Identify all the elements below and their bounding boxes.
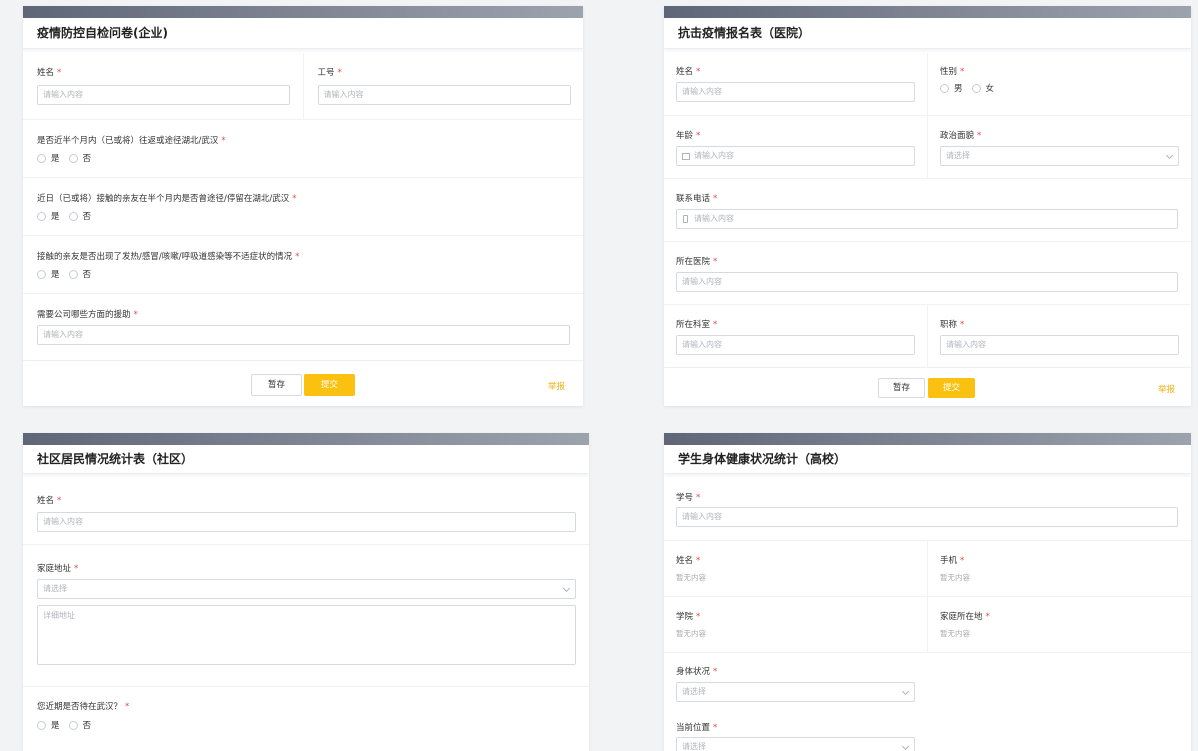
- form-row: 家庭地址 * 请选择 详细地址: [23, 545, 589, 687]
- form-row: 身体状况 * 请选择: [664, 653, 1191, 715]
- card-title: 学生身体健康状况统计（高校）: [664, 445, 1191, 474]
- report-link[interactable]: 举报: [548, 380, 565, 392]
- radio-male[interactable]: 男: [940, 82, 963, 94]
- health-status-select[interactable]: 请选择: [676, 682, 915, 702]
- form-row: 年龄 * 请输入内容 政治面貌 * 请选择: [664, 116, 1191, 179]
- radio-yes[interactable]: 是: [37, 152, 60, 164]
- form-footer: 暂存 提交 举报: [23, 360, 583, 406]
- chevron-down-icon: [562, 584, 571, 593]
- form-row: 近日（已或将）接触的亲友在半个月内是否曾途径/停留在湖北/武汉 * 是 否: [23, 178, 583, 236]
- form-row: 姓名 * 请输入内容: [23, 478, 589, 545]
- form-row: 学号 * 请输入内容: [664, 478, 1191, 541]
- name-input[interactable]: 请输入内容: [37, 512, 576, 532]
- detail-address-textarea[interactable]: 详细地址: [37, 605, 576, 665]
- submit-button[interactable]: 提交: [304, 374, 355, 396]
- mobile-value: 暂无内容: [940, 573, 970, 582]
- form-row: 学院 * 暂无内容 家庭所在地 * 暂无内容: [664, 597, 1191, 653]
- department-input[interactable]: 请输入内容: [676, 335, 915, 355]
- college-value: 暂无内容: [676, 629, 706, 638]
- field-name: 姓名 * 请输入内容: [23, 53, 304, 119]
- phone-input[interactable]: 请输入内容: [676, 209, 1178, 229]
- form-row: 联系电话 * 请输入内容: [664, 179, 1191, 242]
- form-card-enterprise: 疫情防控自检问卷(企业) 姓名 * 请输入内容 工号 * 请输入内容 是否近半个月内…: [23, 6, 583, 406]
- politics-select[interactable]: 请选择: [940, 146, 1179, 166]
- address-region-select[interactable]: 请选择: [37, 579, 576, 599]
- form-card-university: 学生身体健康状况统计（高校） 学号 * 请输入内容 姓名 * 暂无内容 手机 * 暂无…: [664, 433, 1191, 751]
- radio-no[interactable]: 否: [68, 719, 91, 731]
- form-card-hospital: 抗击疫情报名表（医院） 姓名 * 请输入内容 性别 * 男 女 年龄 * 请输入内容 …: [664, 6, 1191, 406]
- save-button[interactable]: 暂存: [878, 378, 925, 398]
- form-row: 姓名 * 请输入内容 工号 * 请输入内容: [23, 53, 583, 120]
- hospital-input[interactable]: 请输入内容: [676, 272, 1178, 292]
- radio-group: 是 否: [37, 210, 100, 222]
- name-value: 暂无内容: [676, 573, 706, 582]
- form-row: 需要公司哪些方面的援助 * 请输入内容: [23, 294, 583, 360]
- home-value: 暂无内容: [940, 629, 970, 638]
- form-footer: 暂存 提交 举报: [664, 367, 1191, 406]
- form-row: 姓名 * 暂无内容 手机 * 暂无内容: [664, 541, 1191, 597]
- chevron-down-icon: [901, 687, 910, 696]
- card-header-bar: [664, 433, 1191, 445]
- submit-button[interactable]: 提交: [928, 378, 975, 398]
- chevron-down-icon: [901, 742, 910, 751]
- current-location-select[interactable]: 请选择: [676, 737, 915, 751]
- form-row: 所在医院 * 请输入内容: [664, 242, 1191, 305]
- gender-radio-group: 男 女: [940, 82, 1003, 94]
- radio-yes[interactable]: 是: [37, 719, 60, 731]
- radio-no[interactable]: 否: [68, 268, 91, 280]
- form-row: 所在科室 * 请输入内容 职称 * 请输入内容: [664, 305, 1191, 367]
- report-link[interactable]: 举报: [1158, 383, 1175, 395]
- radio-no[interactable]: 否: [68, 152, 91, 164]
- card-header-bar: [23, 433, 589, 445]
- name-input[interactable]: 请输入内容: [37, 85, 290, 105]
- chevron-down-icon: [1165, 151, 1174, 160]
- card-header-bar: [23, 6, 583, 18]
- radio-female[interactable]: 女: [971, 82, 994, 94]
- form-card-community: 社区居民情况统计表（社区） 姓名 * 请输入内容 家庭地址 * 请选择 详细地址 您…: [23, 433, 589, 751]
- field-employee-id: 工号 * 请输入内容: [304, 53, 584, 119]
- form-row: 您近期是否待在武汉？ * 是 否: [37, 702, 130, 731]
- radio-yes[interactable]: 是: [37, 210, 60, 222]
- card-header-bar: [664, 6, 1191, 18]
- age-date-picker[interactable]: 请输入内容: [676, 146, 915, 166]
- mobile-phone-icon: [683, 215, 688, 223]
- form-row: 接触的亲友是否出现了发热/感冒/咳嗽/呼吸道感染等不适症状的情况 * 是 否: [23, 236, 583, 294]
- radio-group: 是 否: [37, 719, 100, 731]
- form-row: 是否近半个月内（已或将）往返或途径湖北/武汉 * 是 否: [23, 120, 583, 178]
- form-row: 当前位置 * 请选择: [664, 715, 1191, 751]
- employee-id-input[interactable]: 请输入内容: [317, 85, 571, 105]
- form-row: 姓名 * 请输入内容 性别 * 男 女: [664, 53, 1191, 116]
- calendar-icon: [682, 153, 690, 160]
- assistance-input[interactable]: 请输入内容: [37, 325, 570, 345]
- radio-yes[interactable]: 是: [37, 268, 60, 280]
- student-id-input[interactable]: 请输入内容: [676, 507, 1178, 527]
- radio-group: 是 否: [37, 152, 100, 164]
- name-input[interactable]: 请输入内容: [676, 82, 915, 102]
- radio-group: 是 否: [37, 268, 100, 280]
- title-rank-input[interactable]: 请输入内容: [940, 335, 1179, 355]
- radio-no[interactable]: 否: [68, 210, 91, 222]
- card-title: 疫情防控自检问卷(企业): [23, 18, 583, 49]
- save-button[interactable]: 暂存: [251, 374, 302, 396]
- card-title: 抗击疫情报名表（医院）: [664, 18, 1191, 49]
- card-title: 社区居民情况统计表（社区）: [23, 445, 589, 474]
